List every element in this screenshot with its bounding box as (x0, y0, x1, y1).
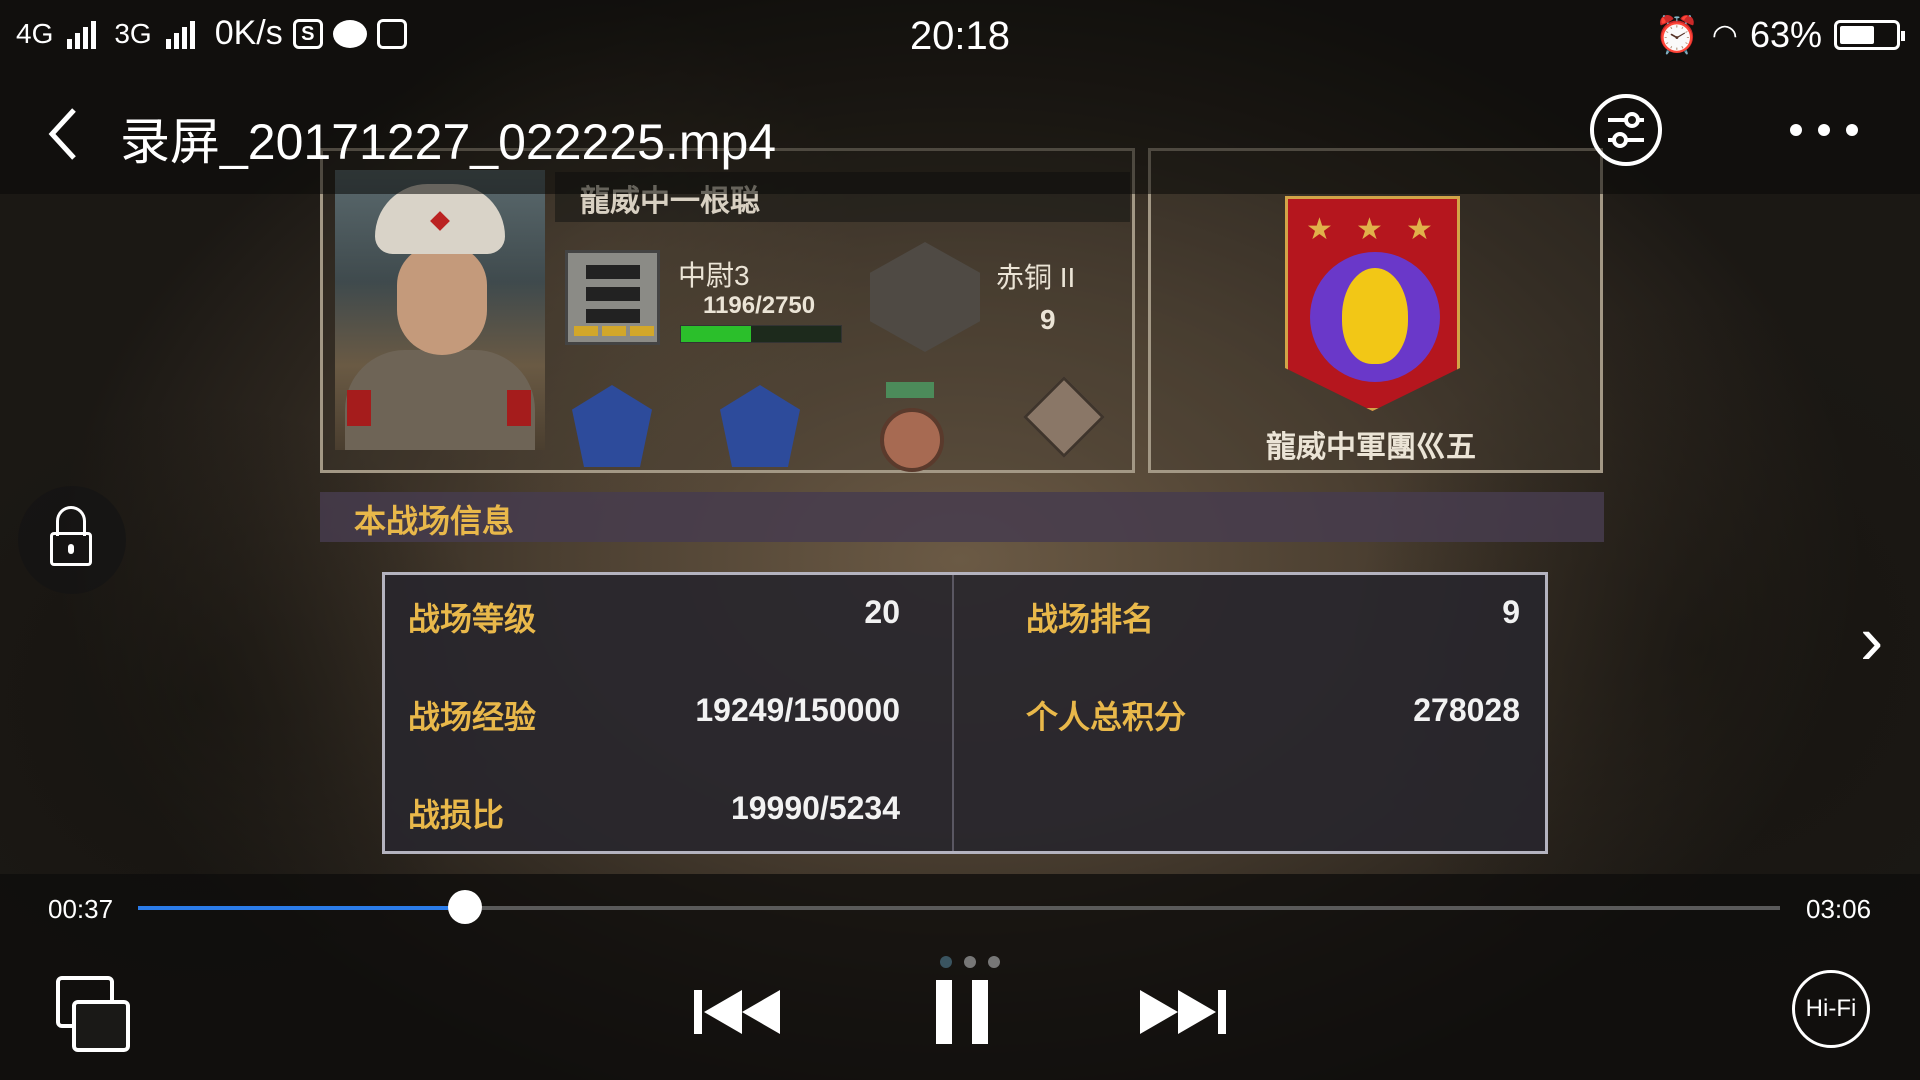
clock: 20:18 (909, 14, 1011, 58)
stat-label: 个人总积分 (1026, 699, 1187, 735)
stat-label: 战场经验 (408, 699, 537, 735)
chevron-right-icon[interactable]: › (1860, 600, 1883, 680)
rank-xp-bar (680, 325, 842, 343)
next-icon[interactable] (1138, 988, 1228, 1036)
table-divider (952, 575, 954, 851)
battery-icon (1834, 20, 1905, 50)
duration-time: 03:06 (1806, 894, 1872, 924)
wifi-icon: ◠ (1711, 18, 1738, 52)
seek-thumb[interactable] (447, 890, 482, 924)
hifi-button[interactable]: Hi-Fi (1792, 970, 1870, 1048)
rank-xp: 1196/2750 (703, 292, 816, 319)
stat-value: 19990/5234 (730, 790, 900, 826)
medal-ribbon (886, 382, 934, 398)
page-indicator (940, 956, 1000, 968)
legion-name: 龍威中軍團巛五 (1266, 431, 1476, 464)
stat-value: 19249/150000 (695, 692, 900, 728)
share-icon[interactable] (1590, 94, 1662, 166)
seek-bar[interactable] (138, 906, 1780, 910)
stat-label: 战损比 (408, 797, 505, 833)
stat-value: 9 (1502, 594, 1520, 630)
star-icon: ★ (1356, 213, 1383, 246)
stat-value: 278028 (1413, 692, 1520, 728)
pip-button[interactable] (56, 976, 130, 1052)
back-icon[interactable] (40, 104, 90, 164)
title-bar: 录屏_20171227_022225.mp4 (0, 72, 1920, 194)
stat-label: 战场排名 (1026, 601, 1155, 637)
stat-value: 20 (864, 594, 900, 630)
star-icon: ★ (1306, 213, 1333, 246)
tier-number: 9 (1040, 304, 1056, 335)
status-bar: 4G 3G 0K/s S 20:18 ⏰ ◠ 63% (0, 0, 1920, 72)
video-title: 录屏_20171227_022225.mp4 (120, 114, 777, 170)
battery-percent: 63% (1749, 14, 1822, 55)
player-controls (0, 874, 1920, 1080)
screen-lock-button[interactable] (18, 486, 126, 594)
bronze-star-medal-icon (880, 408, 944, 472)
rank-name: 中尉3 (678, 260, 750, 291)
elapsed-time: 00:37 (48, 894, 114, 924)
more-icon[interactable] (1790, 124, 1858, 136)
soldier-portrait (335, 170, 545, 450)
star-icon: ★ (1406, 213, 1433, 246)
previous-icon[interactable] (694, 988, 784, 1036)
alarm-icon: ⏰ (1654, 14, 1700, 55)
pause-icon[interactable] (936, 980, 988, 1044)
tier-name: 赤铜 II (996, 262, 1076, 293)
stat-label: 战场等级 (408, 601, 537, 637)
rank-insignia-icon (565, 250, 660, 345)
flame-icon (1342, 268, 1408, 364)
section-title: 本战场信息 (354, 503, 515, 539)
